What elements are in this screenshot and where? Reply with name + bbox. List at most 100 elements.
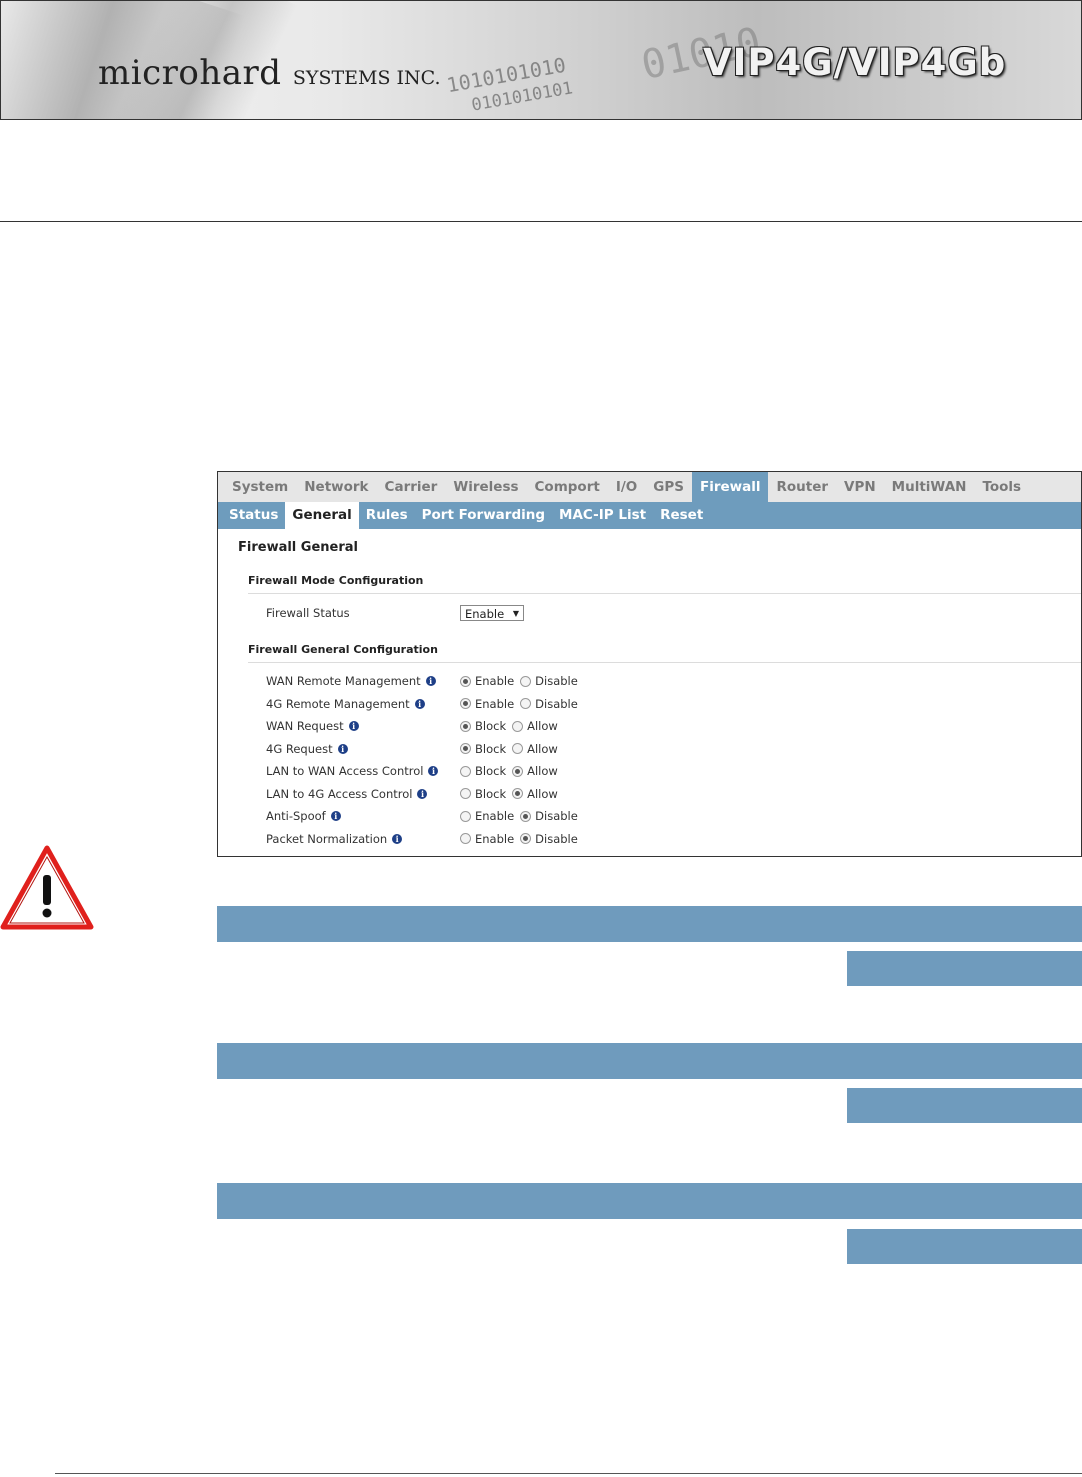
4g-remote-management-option-disable[interactable]: Disable xyxy=(520,697,578,711)
brand-logo: microhard SYSTEMS INC. xyxy=(98,53,441,93)
subtab-port-forwarding[interactable]: Port Forwarding xyxy=(415,502,552,529)
info-icon[interactable]: i xyxy=(348,721,359,731)
wan-request-option-block[interactable]: Block xyxy=(460,719,506,733)
wan-remote-management-option-disable[interactable]: Disable xyxy=(520,674,578,688)
sub-navigation: Status General Rules Port Forwarding MAC-IP … xyxy=(218,502,1081,529)
tab-multiwan[interactable]: MultiWAN xyxy=(884,472,975,502)
radio-label: Block xyxy=(475,786,507,801)
4g-request-option-block[interactable]: Block xyxy=(460,742,506,756)
radio-button[interactable] xyxy=(512,743,524,754)
4g-remote-management-options: Enable Disable xyxy=(460,697,584,711)
wan-request-options: Block Allow xyxy=(460,719,564,733)
lan-to-4g-access-control-options: Block Allow xyxy=(460,787,564,801)
tab-network[interactable]: Network xyxy=(296,472,376,502)
info-icon[interactable]: i xyxy=(428,766,439,776)
lan-to-4g-access-control-option-allow[interactable]: Allow xyxy=(512,787,558,801)
setting-label-text: Packet Normalization xyxy=(266,831,388,846)
firewall-status-value: Enable xyxy=(465,607,505,621)
tab-firewall[interactable]: Firewall xyxy=(691,472,769,502)
radio-label: Allow xyxy=(527,719,558,733)
section-divider xyxy=(248,662,1081,663)
radio-label: Disable xyxy=(535,674,578,688)
radio-button[interactable] xyxy=(460,720,471,732)
info-icon[interactable]: i xyxy=(414,698,425,709)
table-value-bar xyxy=(847,1229,1082,1264)
anti-spoof-label: Anti-Spoof i xyxy=(266,809,341,823)
wan-remote-management-option-enable[interactable]: Enable xyxy=(460,674,514,688)
setting-label-text: WAN Request xyxy=(266,719,344,733)
setting-label-text: 4G Request xyxy=(266,741,333,756)
info-icon[interactable]: i xyxy=(392,833,403,844)
radio-button[interactable] xyxy=(460,743,471,754)
anti-spoof-options: Enable Disable xyxy=(460,809,584,823)
radio-button[interactable] xyxy=(460,833,471,844)
radio-button[interactable] xyxy=(520,675,532,687)
info-icon[interactable]: i xyxy=(337,743,348,754)
tab-system[interactable]: System xyxy=(224,472,296,502)
radio-label: Block xyxy=(475,764,507,778)
section-heading-mode: Firewall Mode Configuration xyxy=(248,574,424,587)
radio-button[interactable] xyxy=(460,765,471,777)
firewall-general-screenshot: System Network Carrier Wireless Comport I/O GP… xyxy=(217,471,1082,857)
subtab-reset[interactable]: Reset xyxy=(653,502,710,529)
header-divider xyxy=(0,221,1082,222)
tab-carrier[interactable]: Carrier xyxy=(377,472,446,502)
lan-to-4g-access-control-option-block[interactable]: Block xyxy=(460,787,506,801)
radio-label: Enable xyxy=(475,809,515,823)
radio-label: Disable xyxy=(535,696,578,711)
radio-button[interactable] xyxy=(460,788,471,799)
lan-to-4g-access-control-label: LAN to 4G Access Control i xyxy=(266,786,428,801)
radio-button[interactable] xyxy=(520,698,532,709)
packet-normalization-options: Enable Disable xyxy=(460,832,584,846)
subtab-status[interactable]: Status xyxy=(222,502,285,529)
radio-label: Disable xyxy=(535,809,578,823)
subtab-general[interactable]: General xyxy=(285,502,359,529)
radio-button[interactable] xyxy=(512,765,524,777)
tab-vpn[interactable]: VPN xyxy=(836,472,884,502)
radio-button[interactable] xyxy=(512,720,524,732)
lan-to-wan-access-control-label: LAN to WAN Access Control i xyxy=(266,764,439,778)
radio-button[interactable] xyxy=(512,788,524,799)
firewall-status-select[interactable]: Enable ▼ xyxy=(460,605,524,621)
wan-request-label: WAN Request i xyxy=(266,719,359,733)
radio-label: Block xyxy=(475,719,507,733)
lan-to-wan-access-control-option-block[interactable]: Block xyxy=(460,764,506,778)
radio-button[interactable] xyxy=(520,810,532,822)
subtab-mac-ip-list[interactable]: MAC-IP List xyxy=(552,502,653,529)
tab-router[interactable]: Router xyxy=(768,472,836,502)
tab-comport[interactable]: Comport xyxy=(527,472,608,502)
tab-gps[interactable]: GPS xyxy=(645,472,692,502)
4g-remote-management-option-enable[interactable]: Enable xyxy=(460,697,514,711)
table-value-bar xyxy=(847,951,1082,986)
tab-i-o[interactable]: I/O xyxy=(608,472,645,502)
radio-button[interactable] xyxy=(460,698,471,709)
radio-button[interactable] xyxy=(460,675,471,687)
4g-request-option-allow[interactable]: Allow xyxy=(512,742,558,756)
wan-request-option-allow[interactable]: Allow xyxy=(512,719,558,733)
packet-normalization-label: Packet Normalization i xyxy=(266,831,403,846)
packet-normalization-option-disable[interactable]: Disable xyxy=(520,832,578,846)
radio-label: Disable xyxy=(535,831,578,846)
radio-label: Allow xyxy=(527,764,558,778)
setting-label-text: LAN to 4G Access Control xyxy=(266,786,413,801)
info-icon[interactable]: i xyxy=(425,676,436,686)
firewall-status-label: Firewall Status xyxy=(266,606,350,620)
4g-request-options: Block Allow xyxy=(460,742,564,756)
top-navigation: System Network Carrier Wireless Comport I/O GP… xyxy=(218,472,1081,502)
section-heading-general: Firewall General Configuration xyxy=(248,643,438,656)
lan-to-wan-access-control-option-allow[interactable]: Allow xyxy=(512,764,558,778)
subtab-rules[interactable]: Rules xyxy=(359,502,415,529)
warning-triangle-icon xyxy=(0,845,94,930)
anti-spoof-option-disable[interactable]: Disable xyxy=(520,809,578,823)
anti-spoof-option-enable[interactable]: Enable xyxy=(460,809,514,823)
packet-normalization-option-enable[interactable]: Enable xyxy=(460,832,514,846)
radio-button[interactable] xyxy=(520,833,532,844)
tab-tools[interactable]: Tools xyxy=(974,472,1029,502)
tab-wireless[interactable]: Wireless xyxy=(445,472,526,502)
radio-button[interactable] xyxy=(460,810,471,822)
4g-request-label: 4G Request i xyxy=(266,742,348,756)
info-icon[interactable]: i xyxy=(417,788,428,799)
brand-main: microhard xyxy=(98,53,282,93)
info-icon[interactable]: i xyxy=(330,811,341,821)
table-header-bar xyxy=(217,1043,1082,1079)
